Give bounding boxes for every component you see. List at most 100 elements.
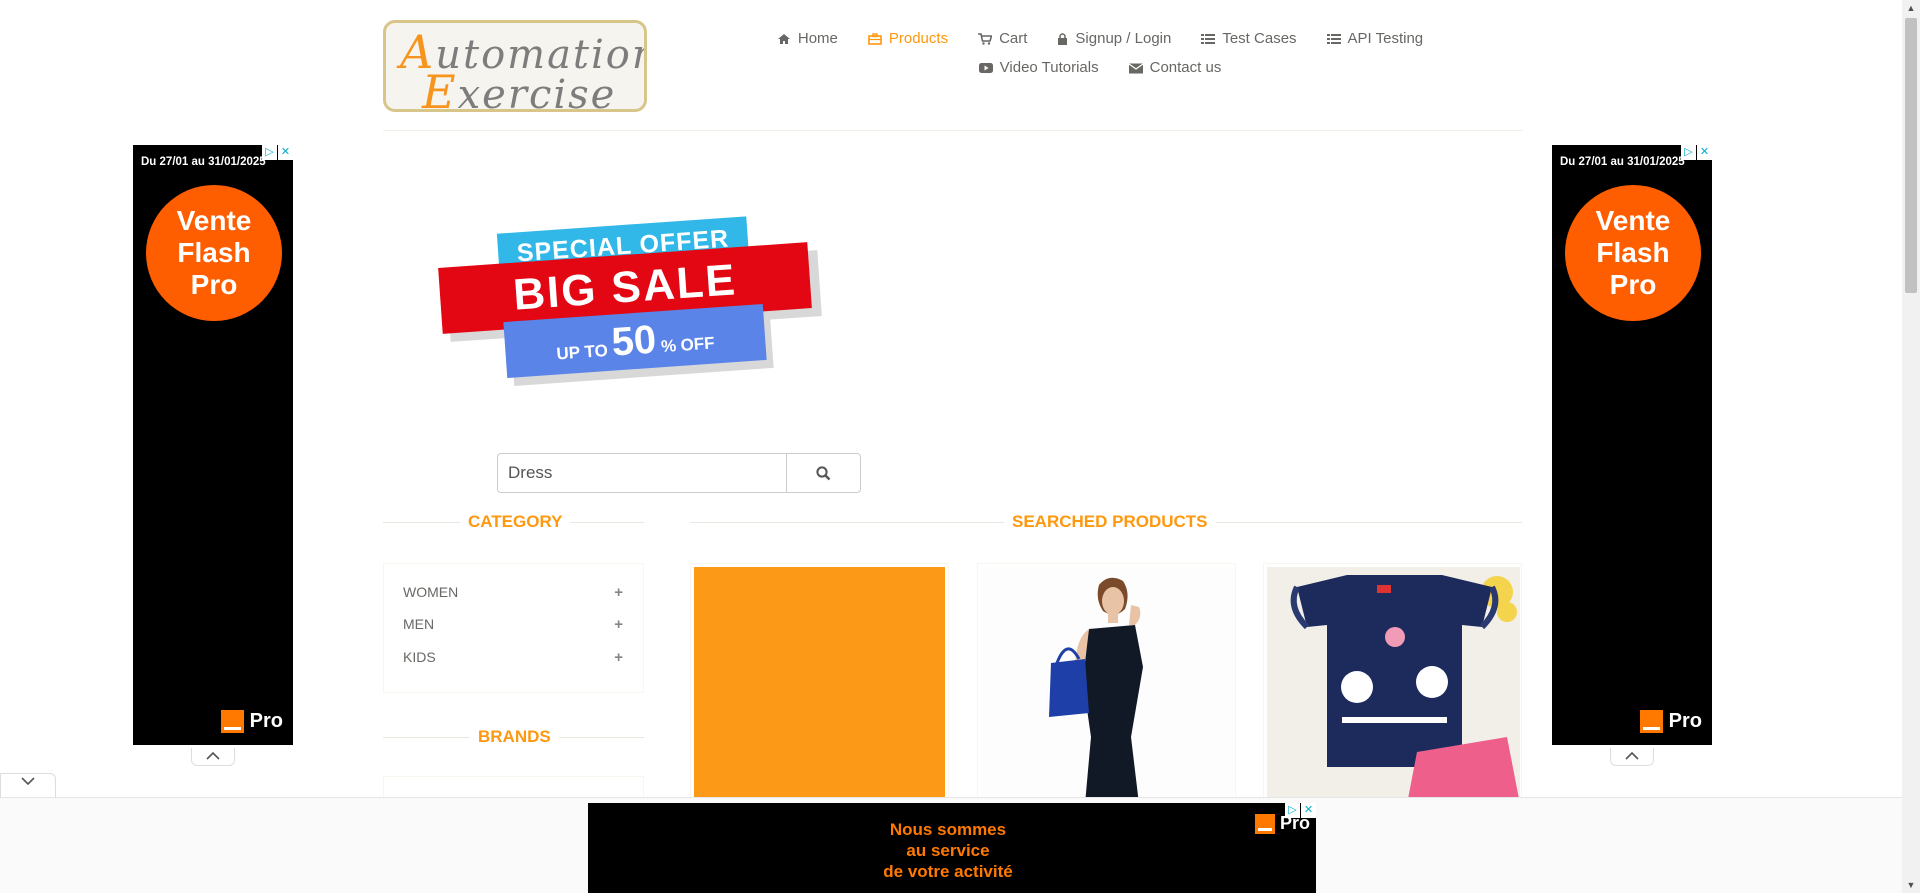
bottom-ad[interactable]: Nous sommes au service de votre activité… [588, 803, 1316, 893]
search-input[interactable] [497, 453, 787, 493]
ad-circle-line-3: Pro [190, 269, 238, 300]
ad-circle-line-3: Pro [1609, 269, 1657, 300]
search-icon [816, 465, 831, 480]
ad-circle-line-2: Flash [177, 237, 251, 268]
category-label: WOMEN [403, 584, 459, 600]
nav-api-testing-label: API Testing [1347, 30, 1424, 47]
category-women[interactable]: WOMEN + [403, 584, 623, 601]
chevron-down-icon [21, 777, 35, 786]
scroll-down-icon[interactable]: ▼ [1902, 877, 1920, 893]
category-label: MEN [403, 616, 435, 632]
cart-icon [978, 32, 993, 45]
category-title: Category [460, 512, 571, 532]
list-icon [1201, 33, 1216, 44]
brands-title: Brands [470, 727, 559, 747]
site-logo[interactable]: Automation Exercise [383, 20, 647, 112]
envelope-icon [1128, 62, 1143, 73]
bottom-ad-line-3: de votre activité [883, 862, 1013, 881]
nav-signup-login[interactable]: Signup / Login [1042, 28, 1186, 49]
list-icon [1326, 33, 1341, 44]
product-image[interactable] [1267, 567, 1520, 802]
scroll-up-icon[interactable]: ▲ [1902, 0, 1920, 16]
nav-cart-label: Cart [999, 30, 1028, 47]
bottom-ad-line-2: au service [906, 841, 990, 860]
right-side-ad[interactable]: Du 27/01 au 31/01/2025 Vente Flash Pro P… [1552, 145, 1712, 745]
banner-fifty: 50 [610, 317, 658, 365]
ad-controls: ▷ ✕ [1681, 145, 1712, 160]
product-image[interactable] [694, 567, 945, 802]
ad-brand-label: Pro [1668, 710, 1702, 732]
banner-percent: % [660, 336, 677, 357]
home-icon [777, 33, 790, 44]
sale-banner: SPECIAL OFFER BIG SALE UP TO 50 % OFF [438, 215, 830, 387]
nav-home[interactable]: Home [762, 28, 853, 49]
nav-row-2: Video Tutorials Contact us [780, 57, 1420, 78]
category-kids[interactable]: KIDS + [403, 649, 623, 666]
close-icon[interactable]: ✕ [1697, 145, 1712, 160]
product-card[interactable] [1263, 563, 1522, 803]
orange-logo-icon [220, 710, 244, 733]
kids-tshirt-image [1267, 567, 1520, 802]
adchoices-icon[interactable]: ▷ [1681, 145, 1696, 160]
left-ad-collapse-button[interactable] [191, 748, 235, 766]
adchoices-icon[interactable]: ▷ [262, 145, 277, 160]
nav-contact-us[interactable]: Contact us [1114, 57, 1237, 78]
orange-logo-icon [1639, 710, 1663, 733]
banner-off: OFF [679, 333, 716, 355]
bottom-ad-line-1: Nous sommes [889, 820, 1007, 839]
search-button[interactable] [787, 453, 861, 493]
dress-model-image [981, 567, 1234, 802]
briefcase-icon [868, 32, 882, 45]
bottom-ad-text: Nous sommes au service de votre activité [588, 819, 1308, 882]
ad-brand: Pro [1639, 710, 1702, 733]
nav-cart[interactable]: Cart [963, 28, 1042, 49]
plus-icon[interactable]: + [614, 649, 623, 666]
product-card[interactable] [977, 563, 1236, 803]
category-panel: WOMEN + MEN + KIDS + [383, 563, 644, 693]
product-image[interactable] [981, 567, 1234, 802]
nav-test-cases-label: Test Cases [1222, 30, 1297, 47]
chevron-up-icon [1625, 751, 1639, 760]
searched-products-title: Searched Products [1004, 512, 1216, 532]
page-scrollbar[interactable]: ▲ ▼ [1902, 0, 1920, 893]
ad-controls: ▷ ✕ [262, 145, 293, 160]
bottom-bar-toggle[interactable] [0, 773, 56, 797]
ad-controls: ▷ ✕ [1285, 803, 1316, 818]
nav-api-testing[interactable]: API Testing [1312, 28, 1439, 49]
nav-contact-us-label: Contact us [1149, 59, 1222, 76]
nav-products[interactable]: Products [853, 28, 963, 49]
right-ad-collapse-button[interactable] [1610, 748, 1654, 766]
ad-circle-line-2: Flash [1596, 237, 1670, 268]
category-men[interactable]: MEN + [403, 616, 623, 633]
plus-icon[interactable]: + [614, 616, 623, 633]
ad-date: Du 27/01 au 31/01/2025 [1560, 156, 1685, 168]
ad-brand: Pro [220, 710, 283, 733]
ad-circle-line-1: Vente [176, 205, 252, 236]
chevron-up-icon [206, 751, 220, 760]
adchoices-icon[interactable]: ▷ [1285, 803, 1300, 818]
logo-word-2: xercise [457, 72, 617, 112]
ad-circle-line-1: Vente [1595, 205, 1671, 236]
ad-offer-circle: Vente Flash Pro [146, 185, 282, 321]
ad-offer-circle: Vente Flash Pro [1565, 185, 1701, 321]
category-label: KIDS [403, 649, 436, 665]
nav-test-cases[interactable]: Test Cases [1186, 28, 1311, 49]
nav-video-tutorials[interactable]: Video Tutorials [964, 57, 1114, 78]
orange-logo-icon [1254, 813, 1275, 834]
product-card[interactable] [690, 563, 949, 803]
nav-signup-login-label: Signup / Login [1075, 30, 1172, 47]
header-divider [383, 130, 1523, 131]
logo-letter-e: E [422, 65, 458, 112]
youtube-icon [978, 62, 993, 73]
product-search [497, 453, 861, 493]
lock-icon [1058, 32, 1068, 45]
nav-video-tutorials-label: Video Tutorials [999, 59, 1099, 76]
scroll-thumb[interactable] [1905, 18, 1917, 293]
close-icon[interactable]: ✕ [1301, 803, 1316, 818]
close-icon[interactable]: ✕ [278, 145, 293, 160]
left-side-ad[interactable]: Du 27/01 au 31/01/2025 Vente Flash Pro P… [133, 145, 293, 745]
ad-brand-label: Pro [249, 710, 283, 732]
nav-products-label: Products [888, 30, 949, 47]
plus-icon[interactable]: + [614, 584, 623, 601]
nav-home-label: Home [797, 30, 838, 47]
